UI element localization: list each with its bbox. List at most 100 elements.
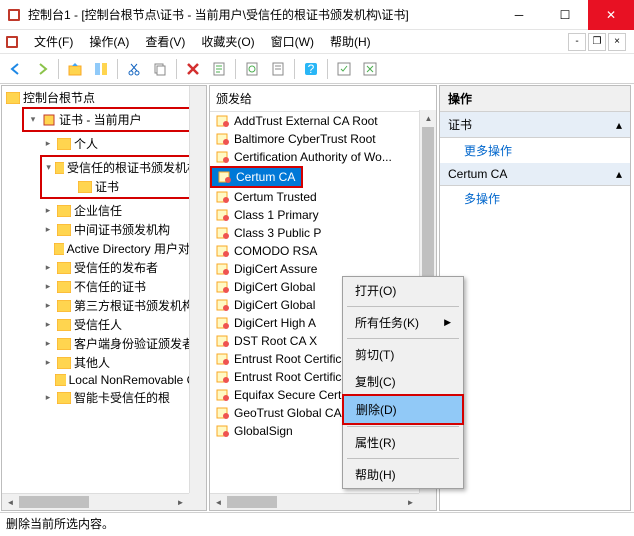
ctx-properties[interactable]: 属性(R): [343, 429, 463, 456]
actions-section-certum[interactable]: Certum CA ▴: [440, 163, 630, 186]
expander-icon[interactable]: ▸: [42, 138, 54, 150]
certificate-icon: [216, 424, 230, 438]
certificate-icon: [216, 262, 230, 276]
collapse-icon: ▴: [616, 118, 622, 132]
menu-window[interactable]: 窗口(W): [263, 30, 322, 53]
actions-panel: 操作 证书 ▴ 更多操作 Certum CA ▴ 多操作: [439, 85, 631, 511]
tree-third-party[interactable]: ▸第三方根证书颁发机构: [40, 296, 204, 315]
refresh-button[interactable]: [240, 57, 264, 81]
expander-icon[interactable]: ▸: [42, 319, 54, 331]
tree-others[interactable]: ▸其他人: [40, 353, 204, 372]
menu-action[interactable]: 操作(A): [81, 30, 137, 53]
tree-cert-user[interactable]: ▾ 证书 - 当前用户: [25, 110, 201, 129]
certificate-icon: [216, 132, 230, 146]
list-item[interactable]: Certum Trusted: [210, 188, 436, 206]
list-item-label: DigiCert Global: [234, 280, 315, 294]
tree-trusted-root[interactable]: ▾受信任的根证书颁发机构: [43, 158, 201, 177]
scrollbar-horizontal[interactable]: ◄►: [210, 493, 419, 510]
properties-button[interactable]: [207, 57, 231, 81]
certificate-icon: [216, 352, 230, 366]
more-actions-link-2[interactable]: 多操作: [440, 186, 630, 211]
more-actions-link[interactable]: 更多操作: [440, 138, 630, 163]
list-item[interactable]: AddTrust External CA Root: [210, 112, 436, 130]
ctx-help[interactable]: 帮助(H): [343, 461, 463, 488]
maximize-button[interactable]: ☐: [542, 0, 588, 30]
cert-store-icon: [42, 113, 56, 127]
expander-icon[interactable]: ▾: [45, 162, 52, 174]
export-button[interactable]: [266, 57, 290, 81]
list-item-label: GeoTrust Global CA: [234, 406, 342, 420]
list-item-label: DigiCert Assure: [234, 262, 317, 276]
tree-trusted-pub[interactable]: ▸受信任的发布者: [40, 258, 204, 277]
expander-icon[interactable]: ▸: [42, 205, 54, 217]
action2-button[interactable]: [358, 57, 382, 81]
tree-client-auth[interactable]: ▸客户端身份验证颁发者: [40, 334, 204, 353]
list-item-label: DigiCert Global: [234, 298, 315, 312]
delete-button[interactable]: [181, 57, 205, 81]
expander-icon[interactable]: ▾: [27, 114, 39, 126]
menu-favorites[interactable]: 收藏夹(O): [193, 30, 262, 53]
tree-personal[interactable]: ▸个人: [40, 134, 204, 153]
scrollbar-horizontal[interactable]: ◄►: [2, 493, 189, 510]
ctx-all-tasks[interactable]: 所有任务(K)▶: [343, 309, 463, 336]
certificate-icon: [216, 316, 230, 330]
mdi-close-button[interactable]: ×: [608, 33, 626, 51]
close-button[interactable]: ✕: [588, 0, 634, 30]
expander-icon[interactable]: ▸: [42, 357, 54, 369]
menu-file[interactable]: 文件(F): [26, 30, 81, 53]
list-item[interactable]: Certum CA: [212, 168, 301, 186]
ctx-delete[interactable]: 删除(D): [344, 396, 462, 423]
up-button[interactable]: [63, 57, 87, 81]
expander-icon[interactable]: ▸: [42, 392, 54, 404]
context-menu: 打开(O) 所有任务(K)▶ 剪切(T) 复制(C) 删除(D) 属性(R) 帮…: [342, 276, 464, 489]
actions-header: 操作: [440, 86, 630, 112]
show-hide-button[interactable]: [89, 57, 113, 81]
list-item[interactable]: COMODO RSA: [210, 242, 436, 260]
tree-smart-card[interactable]: ▸智能卡受信任的根: [40, 388, 204, 407]
certificate-icon: [216, 370, 230, 384]
tree-untrusted[interactable]: ▸不信任的证书: [40, 277, 204, 296]
tree-local-nr[interactable]: ▸Local NonRemovable Ce: [40, 372, 204, 388]
expander-icon[interactable]: ▸: [42, 281, 54, 293]
tree-ad[interactable]: ▸Active Directory 用户对象: [40, 239, 204, 258]
certificate-icon: [216, 244, 230, 258]
window-controls: ─ ☐ ✕: [496, 0, 634, 29]
mdi-minimize-button[interactable]: -: [568, 33, 586, 51]
cut-button[interactable]: [122, 57, 146, 81]
certificate-icon: [216, 388, 230, 402]
tree-enterprise[interactable]: ▸企业信任: [40, 201, 204, 220]
tree-certs[interactable]: ▸证书: [61, 177, 201, 196]
content-area: 控制台根节点 ▾ 证书 - 当前用户 ▸个人 ▾受信任的根证书颁发机构 ▸证书: [0, 84, 634, 512]
tree-intermediate[interactable]: ▸中间证书颁发机构: [40, 220, 204, 239]
list-item[interactable]: Class 1 Primary: [210, 206, 436, 224]
ctx-open[interactable]: 打开(O): [343, 277, 463, 304]
forward-button[interactable]: [30, 57, 54, 81]
expander-icon[interactable]: ▸: [42, 338, 54, 350]
expander-icon[interactable]: ▸: [42, 262, 54, 274]
menu-help[interactable]: 帮助(H): [322, 30, 379, 53]
minimize-button[interactable]: ─: [496, 0, 542, 30]
expander-icon[interactable]: ▸: [42, 224, 54, 236]
list-header[interactable]: 颁发给: [210, 86, 436, 112]
help-button[interactable]: ?: [299, 57, 323, 81]
copy-button[interactable]: [148, 57, 172, 81]
certificate-icon: [216, 298, 230, 312]
tree-trusted-people[interactable]: ▸受信任人: [40, 315, 204, 334]
ctx-copy[interactable]: 复制(C): [343, 368, 463, 395]
expander-icon[interactable]: ▸: [42, 300, 54, 312]
svg-text:?: ?: [308, 62, 315, 76]
ctx-cut[interactable]: 剪切(T): [343, 341, 463, 368]
list-item-label: AddTrust External CA Root: [234, 114, 378, 128]
list-item-label: Certum Trusted: [234, 190, 317, 204]
tree-root[interactable]: 控制台根节点: [4, 88, 204, 107]
scrollbar-vertical[interactable]: [189, 86, 206, 493]
back-button[interactable]: [4, 57, 28, 81]
actions-section-cert[interactable]: 证书 ▴: [440, 112, 630, 138]
list-item[interactable]: Class 3 Public P: [210, 224, 436, 242]
list-item[interactable]: Baltimore CyberTrust Root: [210, 130, 436, 148]
action1-button[interactable]: [332, 57, 356, 81]
list-item-label: DigiCert High A: [234, 316, 316, 330]
list-item[interactable]: Certification Authority of Wo...: [210, 148, 436, 166]
menu-view[interactable]: 查看(V): [137, 30, 193, 53]
mdi-restore-button[interactable]: ❐: [588, 33, 606, 51]
